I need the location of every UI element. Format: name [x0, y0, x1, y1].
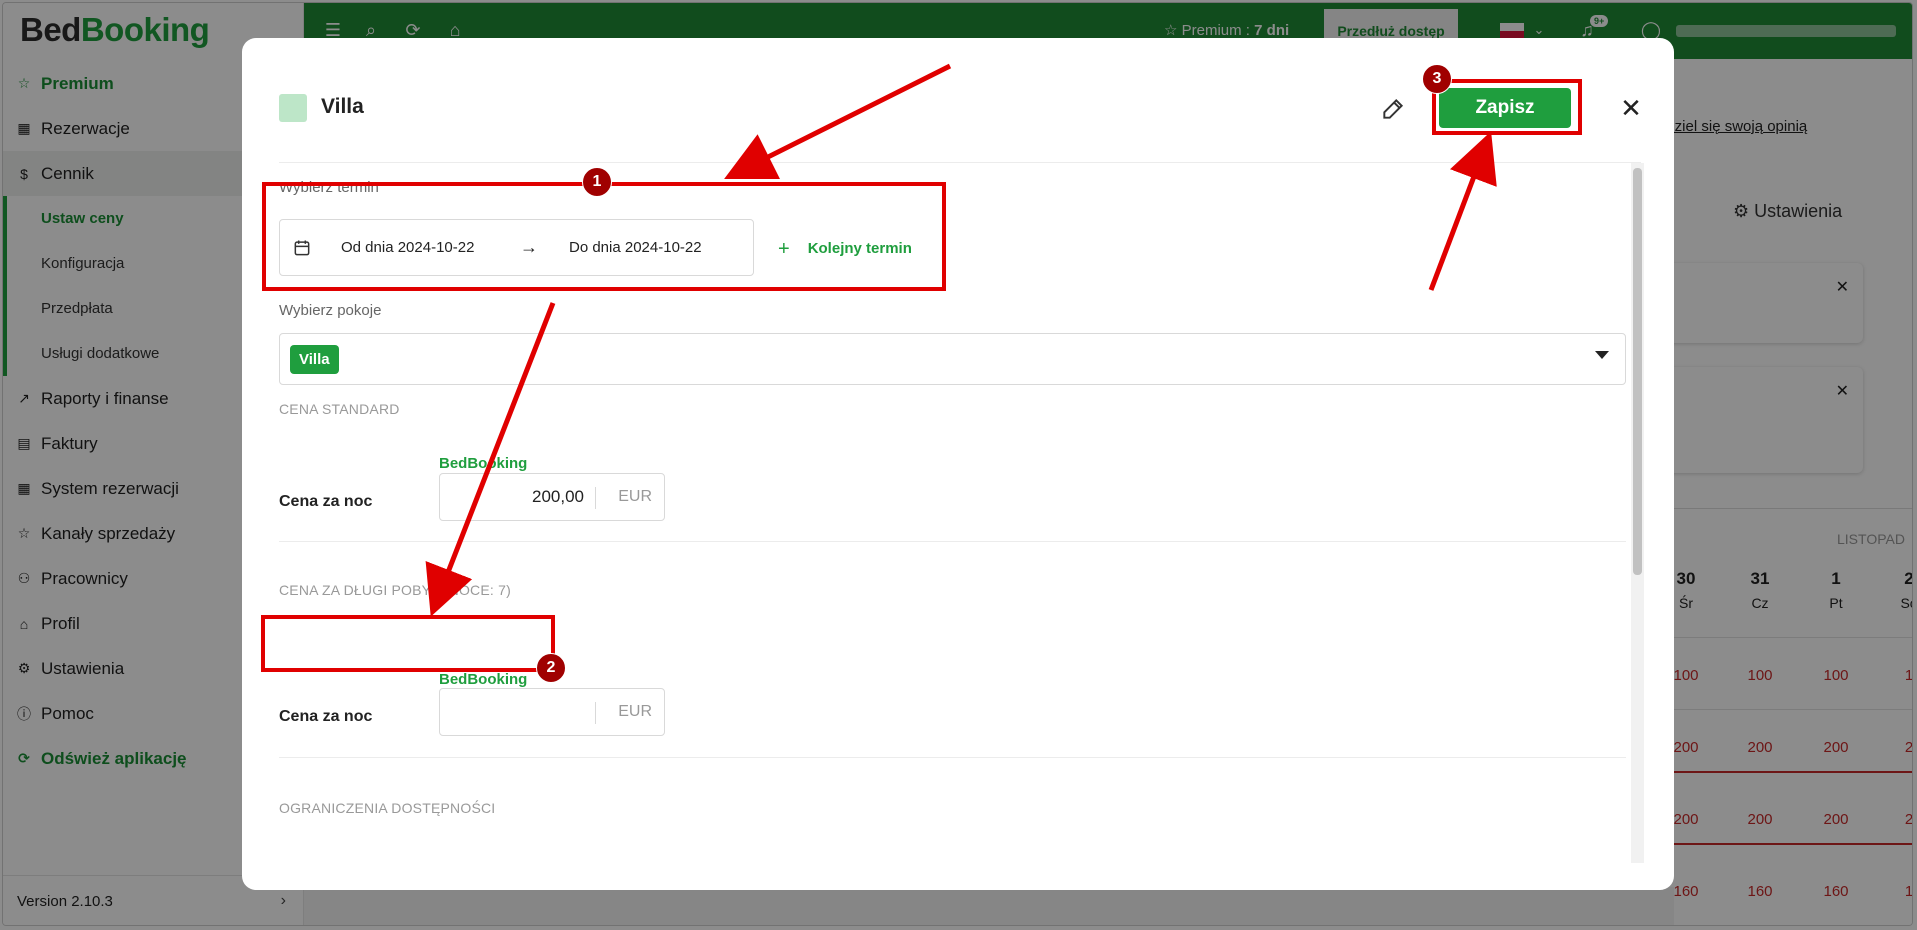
annotation-badge-3: 3 [1422, 64, 1452, 94]
channel-label: BedBooking [439, 455, 528, 472]
channel-label: BedBooking [439, 671, 528, 688]
annotation-box-3 [1432, 79, 1582, 135]
annotation-badge-2: 2 [536, 653, 566, 683]
price-value: 200,00 [532, 487, 584, 506]
price-edit-modal: Villa Zapisz ✕ Wybierz termin Od dnia 20… [242, 38, 1674, 890]
annotation-badge-1: 1 [582, 167, 612, 197]
annotation-box-1 [262, 182, 946, 291]
currency-label: EUR [618, 703, 652, 720]
section-divider [279, 757, 1626, 758]
rooms-select[interactable]: Villa [279, 333, 1626, 385]
scrollbar-thumb[interactable] [1633, 168, 1642, 575]
close-icon[interactable]: ✕ [1617, 93, 1645, 123]
price-per-night-label: Cena za noc [279, 708, 373, 725]
modal-title: Villa [321, 95, 364, 118]
annotation-box-2 [261, 615, 555, 672]
room-color-swatch [279, 94, 307, 122]
room-chip[interactable]: Villa [290, 345, 339, 374]
caret-down-icon[interactable] [1595, 351, 1609, 359]
availability-section: OGRANICZENIA DOSTĘPNOŚCI [279, 800, 496, 816]
rooms-label: Wybierz pokoje [279, 302, 382, 319]
section-divider [279, 541, 1626, 542]
currency-label: EUR [618, 488, 652, 505]
modal-scrollbar[interactable] [1631, 163, 1644, 863]
standard-price-section: CENA STANDARD [279, 401, 400, 417]
long-stay-price-input[interactable]: EUR [439, 688, 665, 736]
standard-price-input[interactable]: 200,00 EUR [439, 473, 665, 521]
price-per-night-label: Cena za noc [279, 493, 373, 510]
long-stay-section: CENA ZA DŁUGI POBYT (NOCE: 7) [279, 582, 511, 598]
pencil-icon[interactable] [1380, 96, 1406, 122]
